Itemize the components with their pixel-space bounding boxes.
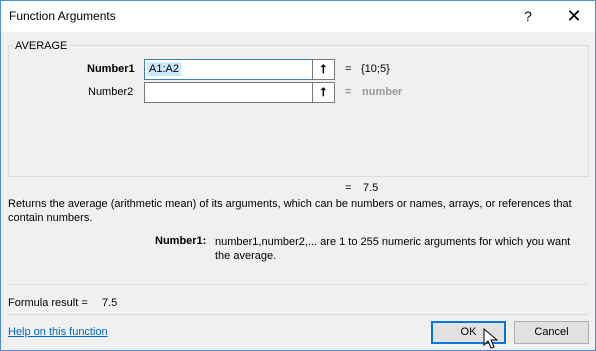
title-bar: Function Arguments ? ✕ — [1, 1, 595, 32]
divider-bottom — [8, 314, 588, 315]
cancel-button[interactable]: Cancel — [514, 321, 589, 344]
function-description: Returns the average (arithmetic mean) of… — [8, 198, 572, 224]
close-icon[interactable]: ✕ — [559, 3, 589, 29]
number1-input[interactable]: A1:A2 — [144, 59, 313, 80]
number1-value: A1:A2 — [147, 62, 181, 76]
number2-result: number — [362, 86, 403, 98]
help-on-function-link[interactable]: Help on this function — [8, 326, 108, 338]
formula-result-value: 7.5 — [102, 297, 118, 309]
mouse-pointer-icon — [483, 328, 499, 349]
function-name: AVERAGE — [13, 40, 70, 52]
number1-equals: = — [345, 63, 352, 75]
help-icon[interactable]: ? — [513, 3, 543, 29]
preview-equals: = — [345, 182, 352, 194]
number2-label: Number2 — [88, 86, 134, 98]
dialog-title: Function Arguments — [9, 9, 116, 23]
number1-label: Number1 — [87, 63, 135, 75]
number2-equals: = — [345, 86, 352, 98]
preview-result: 7.5 — [363, 182, 379, 194]
number1-result: {10;5} — [361, 63, 390, 75]
formula-result-label: Formula result = — [8, 297, 88, 309]
function-arguments-dialog: Function Arguments ? ✕ AVERAGE Number1 A… — [0, 0, 596, 351]
divider — [8, 284, 588, 285]
param-help-label: Number1: — [155, 235, 207, 247]
number2-input[interactable] — [144, 82, 313, 103]
param-help-text: number1,number2,... are 1 to 255 numeric… — [215, 236, 571, 262]
number2-collapse-icon[interactable]: ⭡ — [312, 82, 335, 103]
number1-collapse-icon[interactable]: ⭡ — [312, 59, 335, 80]
